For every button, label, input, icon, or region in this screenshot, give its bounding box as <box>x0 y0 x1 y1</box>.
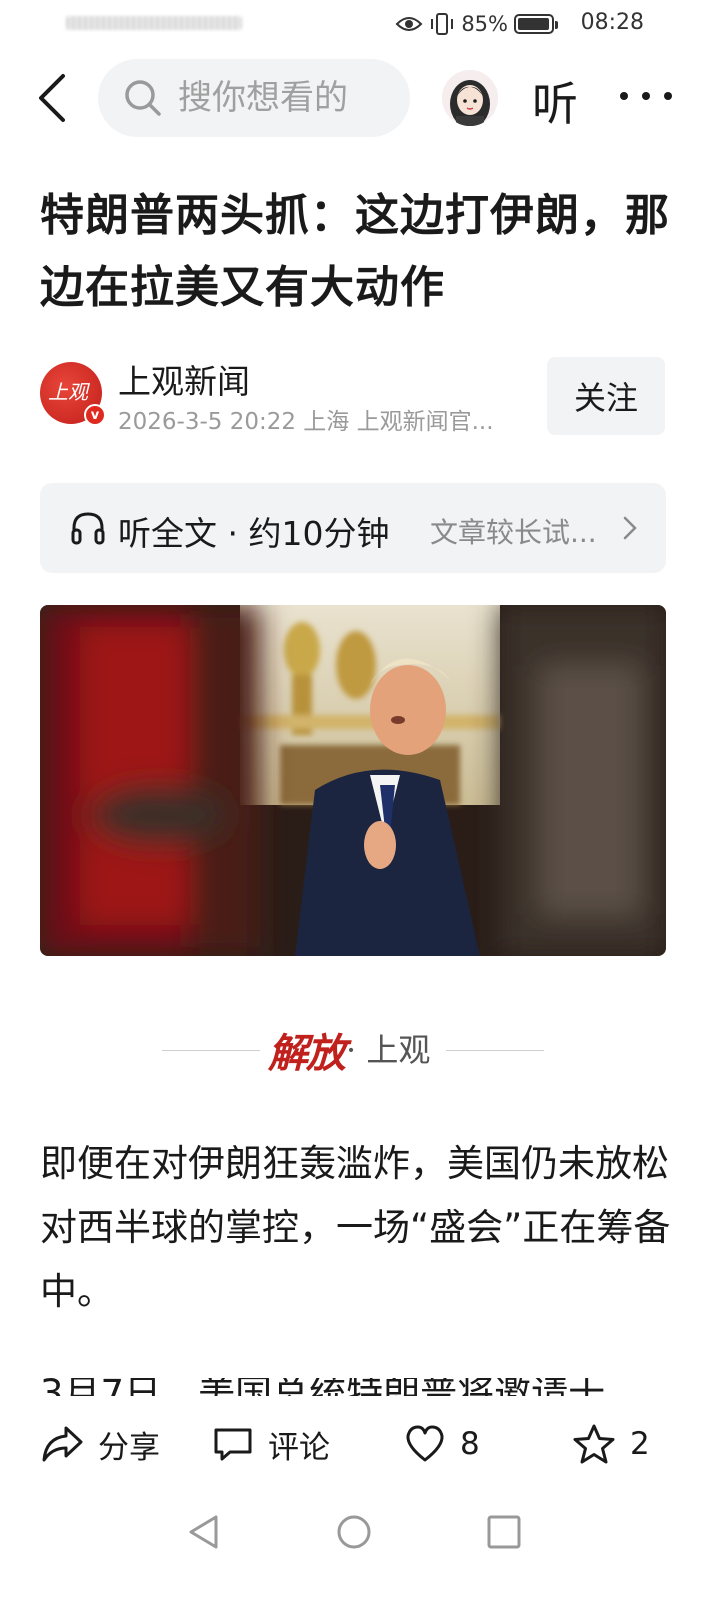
more-options-button[interactable] <box>620 76 672 116</box>
like-button[interactable]: 8 <box>404 1422 480 1466</box>
listen-duration-label: 听全文 · 约10分钟 <box>118 514 390 553</box>
publisher-brand: 解放 · 上观 <box>160 1015 546 1085</box>
nav-home-icon[interactable] <box>334 1512 374 1552</box>
article-paragraph-next: 3月7日，美国总统特朗普将邀请十 <box>40 1378 680 1396</box>
photo-illustration <box>40 605 666 956</box>
brand-name: · 上观 <box>346 1031 431 1069</box>
heart-icon <box>406 1425 444 1462</box>
favorite-button[interactable]: 2 <box>572 1422 650 1466</box>
listen-button[interactable]: 听 <box>532 68 578 134</box>
comment-label: 评论 <box>268 1429 330 1466</box>
article-paragraph-clipped: 3月7日，美国总统特朗普将邀请十 <box>40 1378 680 1396</box>
article-title: 特朗普两头抓：这边打伊朗，那边在拉美又有大动作 <box>40 190 670 313</box>
battery-icon <box>514 14 558 34</box>
follow-button[interactable]: 关注 <box>547 357 665 435</box>
status-time: 08:28 <box>580 10 644 35</box>
more-dot-icon <box>664 92 672 100</box>
more-dot-icon <box>642 92 650 100</box>
share-label: 分享 <box>98 1429 160 1466</box>
article-meta: 2026-3-5 20:22 上海 上观新闻官... <box>118 409 494 435</box>
favorite-count: 2 <box>630 1426 650 1462</box>
avatar-illustration <box>442 70 498 126</box>
eye-icon <box>395 17 423 31</box>
author-name[interactable]: 上观新闻 <box>118 355 250 403</box>
chevron-right-icon <box>623 516 637 540</box>
brand-divider-line <box>162 1050 260 1051</box>
top-nav: 听 <box>0 54 720 142</box>
article-paragraph: 即便在对伊朗狂轰滥炸，美国仍未放松对西半球的掌控，一场“盛会”正在筹备中。 <box>40 1142 671 1313</box>
share-button[interactable]: 分享 <box>40 1422 160 1466</box>
comment-button[interactable]: 评论 <box>212 1422 330 1466</box>
battery-percent: 85% <box>461 12 508 36</box>
like-count: 8 <box>460 1426 480 1462</box>
brand-divider-line <box>446 1050 544 1051</box>
share-icon <box>42 1426 83 1462</box>
vibrate-icon <box>431 13 454 35</box>
article-photo[interactable] <box>40 605 666 956</box>
status-bar: 85% 08:28 <box>0 0 720 48</box>
headphones-icon <box>71 512 105 545</box>
listen-full-article-bar[interactable]: 听全文 · 约10分钟 文章较长试... <box>40 483 666 573</box>
status-icons: 85% <box>395 10 558 38</box>
author-avatar[interactable]: 上观 v <box>40 362 106 426</box>
search-icon <box>125 80 161 116</box>
author-logo-text: 上观 <box>48 380 88 404</box>
star-icon <box>573 1424 615 1464</box>
ai-assistant-avatar[interactable] <box>442 70 498 126</box>
verified-badge-icon: v <box>84 404 106 426</box>
more-dot-icon <box>620 92 628 100</box>
brand-calligraphy: 解放 <box>268 1030 346 1077</box>
search-input[interactable] <box>176 77 380 119</box>
bottom-action-bar: 分享 评论 8 2 <box>0 1398 720 1490</box>
back-button[interactable] <box>30 72 74 124</box>
nav-back-icon[interactable] <box>184 1512 224 1552</box>
carrier-info-blurred <box>66 16 242 30</box>
search-box[interactable] <box>98 59 410 137</box>
chevron-left-icon <box>39 74 65 122</box>
system-nav-bar <box>0 1490 720 1600</box>
listen-hint: 文章较长试... <box>430 516 597 549</box>
comment-icon <box>214 1428 252 1461</box>
nav-recent-apps-icon[interactable] <box>484 1512 524 1552</box>
